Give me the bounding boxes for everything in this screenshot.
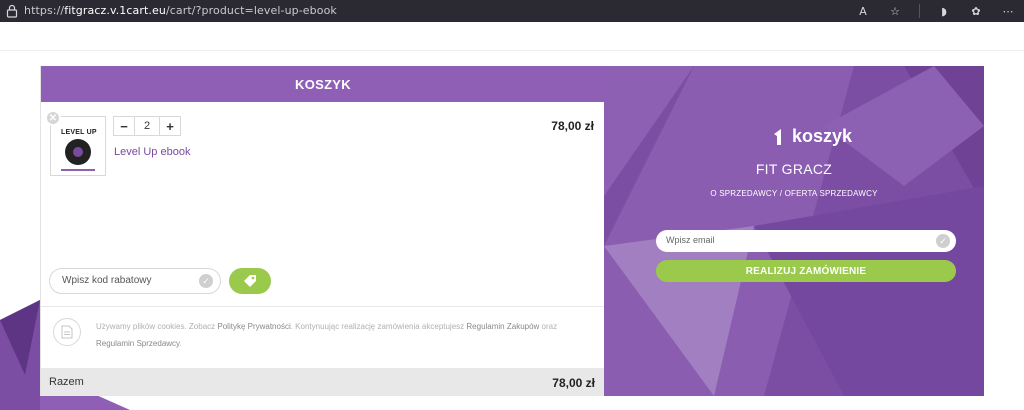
notice-text: . bbox=[179, 339, 182, 348]
extensions-puzzle-icon[interactable]: ✿ bbox=[968, 3, 984, 19]
product-cover-graphic-center bbox=[73, 147, 83, 157]
total-label: Razem bbox=[49, 376, 84, 388]
cookies-notice: Używamy plików cookies. Zobacz Politykę … bbox=[96, 318, 576, 352]
notice-divider bbox=[41, 306, 605, 307]
address-bar[interactable]: https://fitgracz.v.1cart.eu/cart/?produc… bbox=[24, 4, 337, 17]
product-cover-strip bbox=[61, 169, 95, 171]
product-image: LEVEL UP bbox=[50, 116, 106, 176]
check-icon: ✓ bbox=[199, 274, 213, 288]
apply-coupon-button[interactable] bbox=[229, 268, 271, 294]
links-separator: / bbox=[779, 189, 783, 198]
total-value: 78,00 zł bbox=[552, 376, 595, 390]
koszyk-logo: koszyk bbox=[772, 126, 852, 147]
notice-text: oraz bbox=[539, 322, 558, 331]
logo-text: koszyk bbox=[792, 126, 853, 146]
total-bar: Razem 78,00 zł bbox=[41, 368, 605, 396]
product-name-link[interactable]: Level Up ebook bbox=[114, 146, 190, 158]
quantity-value[interactable]: 2 bbox=[134, 117, 160, 135]
browser-toolbar: https://fitgracz.v.1cart.eu/cart/?produc… bbox=[0, 0, 1024, 22]
about-seller-link[interactable]: O SPRZEDAWCY bbox=[710, 189, 777, 198]
url-path: /cart/?product=level-up-ebook bbox=[165, 4, 337, 17]
shop-name: FIT GRACZ bbox=[755, 161, 833, 177]
place-order-button[interactable]: REALIZUJ ZAMÓWIENIE bbox=[656, 260, 956, 282]
cart-items-panel: KOSZYK LEVEL UP ✕ − 2 + Level Up ebook 7… bbox=[40, 66, 605, 396]
extension-icon[interactable]: ◗ bbox=[936, 3, 952, 19]
more-menu-icon[interactable]: ⋯ bbox=[1000, 3, 1016, 19]
seller-offer-link[interactable]: OFERTA SPRZEDAWCY bbox=[785, 189, 878, 198]
close-icon: ✕ bbox=[48, 112, 58, 124]
check-icon: ✓ bbox=[936, 234, 950, 248]
coupon-field: ✓ bbox=[49, 268, 221, 294]
increase-quantity-button[interactable]: + bbox=[160, 117, 180, 135]
quantity-stepper: − 2 + bbox=[113, 116, 181, 136]
toolbar-separator bbox=[919, 4, 920, 18]
terms-link[interactable]: Regulamin Zakupów bbox=[466, 322, 539, 331]
product-price: 78,00 zł bbox=[551, 119, 594, 133]
product-cover-title: LEVEL UP bbox=[61, 129, 97, 136]
seller-links: O SPRZEDAWCY / OFERTA SPRZEDAWCY bbox=[604, 189, 984, 198]
cart-header: KOSZYK bbox=[41, 66, 605, 102]
url-prefix: https:// bbox=[24, 4, 65, 17]
document-icon bbox=[53, 318, 81, 346]
checkout-panel: koszyk FIT GRACZ O SPRZEDAWCY / OFERTA S… bbox=[604, 66, 984, 396]
email-field: ✓ bbox=[656, 230, 956, 252]
page-divider bbox=[0, 50, 1024, 51]
tag-icon bbox=[244, 275, 256, 287]
read-aloud-icon[interactable]: A bbox=[855, 3, 871, 19]
email-input[interactable] bbox=[666, 235, 916, 245]
url-host: fitgracz.v.1cart.eu bbox=[64, 4, 166, 17]
koszyk-logo-icon bbox=[774, 128, 781, 145]
decrease-quantity-button[interactable]: − bbox=[114, 117, 134, 135]
remove-item-button[interactable]: ✕ bbox=[45, 110, 61, 126]
lock-icon bbox=[6, 4, 18, 18]
seller-terms-link[interactable]: Regulamin Sprzedawcy bbox=[96, 339, 179, 348]
cart-container: KOSZYK LEVEL UP ✕ − 2 + Level Up ebook 7… bbox=[40, 66, 984, 396]
notice-text: . Kontynuując realizację zamówienia akce… bbox=[290, 322, 467, 331]
privacy-policy-link[interactable]: Politykę Prywatności bbox=[217, 322, 290, 331]
favorite-star-icon[interactable]: ☆ bbox=[887, 3, 903, 19]
coupon-input[interactable] bbox=[62, 275, 192, 286]
notice-text: Używamy plików cookies. Zobacz bbox=[96, 322, 218, 331]
